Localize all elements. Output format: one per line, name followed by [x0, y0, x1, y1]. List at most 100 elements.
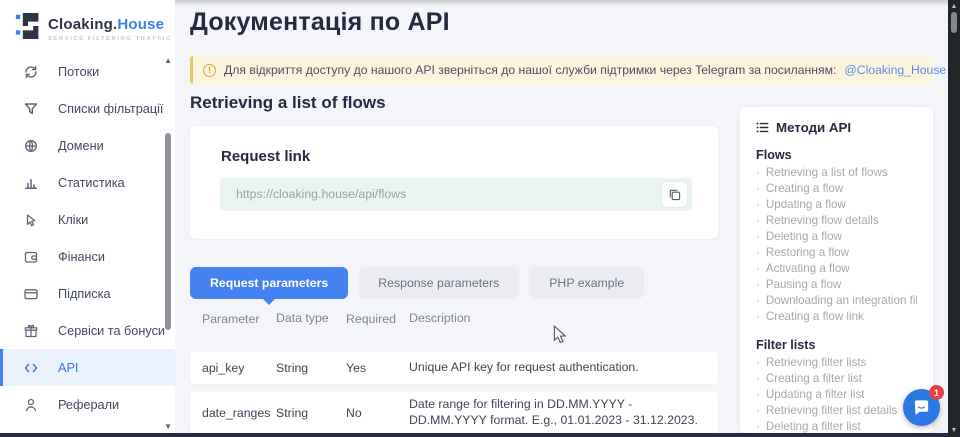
sidebar-item-referrals[interactable]: Реферали	[0, 386, 175, 423]
scroll-down-arrow[interactable]: ▼	[948, 427, 960, 434]
table-row: api_key String Yes Unique API key for re…	[190, 352, 718, 384]
bottom-dark-bar	[0, 433, 948, 437]
brand-tagline: SERVICE FILTERING TRAFFIC	[48, 36, 172, 42]
group-title-filter-lists: Filter lists	[756, 338, 917, 352]
method-link[interactable]: Creating a flow	[756, 181, 917, 197]
method-link[interactable]: Deleting a filter list	[756, 419, 917, 433]
sidebar-item-subscription[interactable]: Підписка	[0, 275, 175, 312]
globe-icon	[23, 138, 39, 154]
cell-data-type: String	[276, 406, 346, 420]
col-header-parameter: Parameter	[190, 312, 276, 326]
sidebar-item-statistics[interactable]: Статистика	[0, 164, 175, 201]
method-link[interactable]: Retrieving a list of flows	[756, 165, 917, 181]
cell-data-type: String	[276, 361, 346, 375]
copy-button[interactable]	[662, 182, 687, 207]
brand-logo-icon	[15, 11, 41, 46]
page-title: Документація по API	[190, 8, 450, 37]
tab-php-example[interactable]: PHP example	[529, 267, 644, 299]
cell-parameter: date_ranges	[190, 406, 276, 420]
sidebar: Cloaking.House SERVICE FILTERING TRAFFIC…	[0, 0, 175, 437]
api-methods-heading: Методи API	[756, 120, 917, 135]
tab-request-parameters[interactable]: Request parameters	[190, 267, 348, 299]
sidebar-item-label: Підписка	[58, 287, 111, 301]
group-title-flows: Flows	[756, 148, 917, 162]
window-scrollbar[interactable]: ▲ ▼	[948, 0, 960, 437]
method-link[interactable]: Restoring a flow	[756, 245, 917, 261]
info-icon: !	[203, 64, 216, 77]
col-header-description: Description	[409, 311, 718, 327]
table-row: date_ranges String No Date range for fil…	[190, 392, 718, 433]
sidebar-scrollbar-thumb[interactable]	[165, 133, 171, 330]
method-link[interactable]: Retrieving filter lists	[756, 355, 917, 371]
method-link[interactable]: Creating a flow link	[756, 309, 917, 325]
sidebar-scroll-down-arrow[interactable]: ▼	[164, 423, 172, 431]
telegram-support-banner: ! Для відкриття доступу до нашого API зв…	[190, 56, 933, 84]
sidebar-item-finance[interactable]: Фінанси	[0, 238, 175, 275]
filter-icon	[23, 101, 39, 117]
sync-icon	[23, 64, 39, 80]
cell-required: Yes	[346, 361, 409, 375]
sidebar-item-label: Реферали	[58, 398, 119, 412]
brand-name: Cloaking.House	[48, 16, 164, 33]
window-scrollbar-thumb[interactable]	[951, 12, 957, 33]
sidebar-scroll-up-arrow[interactable]: ▲	[164, 57, 172, 65]
method-link[interactable]: Pausing a flow	[756, 277, 917, 293]
cell-description: Unique API key for request authenticatio…	[409, 360, 718, 376]
sidebar-item-label: Домени	[58, 139, 104, 153]
telegram-link[interactable]: @Cloaking_House	[844, 63, 946, 77]
sidebar-item-label: Потоки	[58, 65, 99, 79]
api-methods-title: Методи API	[776, 120, 851, 135]
gift-icon	[23, 323, 39, 339]
request-url-field[interactable]: https://cloaking.house/api/flows	[220, 178, 692, 211]
api-methods-panel: Методи API Flows Retrieving a list of fl…	[740, 107, 933, 433]
person-icon	[23, 397, 39, 413]
sidebar-item-services[interactable]: Сервіси та бонуси	[0, 312, 175, 349]
method-link[interactable]: Retrieving flow details	[756, 213, 917, 229]
sidebar-item-label: Списки фільтрації	[58, 102, 163, 116]
col-header-data-type: Data type	[276, 311, 346, 326]
sidebar-item-domains[interactable]: Домени	[0, 127, 175, 164]
cursor-click-icon	[23, 212, 39, 228]
credit-card-icon	[23, 286, 39, 302]
sidebar-item-label: Статистика	[58, 176, 125, 190]
method-link[interactable]: Deleting a flow	[756, 229, 917, 245]
bar-chart-icon	[23, 175, 39, 191]
method-link[interactable]: Creating a filter list	[756, 371, 917, 387]
sidebar-item-label: API	[58, 361, 78, 375]
sidebar-item-filter-lists[interactable]: Списки фільтрації	[0, 90, 175, 127]
sidebar-item-flows[interactable]: Потоки	[0, 53, 175, 90]
brand-logo[interactable]: Cloaking.House SERVICE FILTERING TRAFFIC	[15, 11, 172, 46]
method-link[interactable]: Downloading an integration file	[756, 293, 917, 309]
method-link[interactable]: Updating a flow	[756, 197, 917, 213]
wallet-icon	[23, 249, 39, 265]
sidebar-menu: Потоки Списки фільтрації Домени	[0, 53, 175, 423]
tab-response-parameters[interactable]: Response parameters	[358, 267, 519, 299]
sidebar-item-clicks[interactable]: Кліки	[0, 201, 175, 238]
chat-widget-button[interactable]: 1	[903, 389, 940, 426]
top-shadow	[175, 0, 948, 6]
request-link-card: Request link https://cloaking.house/api/…	[190, 126, 718, 239]
table-header-row: Parameter Data type Required Description	[190, 311, 718, 327]
sidebar-item-api[interactable]: API	[0, 349, 175, 386]
section-title: Retrieving a list of flows	[190, 93, 386, 113]
scroll-up-arrow[interactable]: ▲	[948, 3, 960, 10]
code-icon	[23, 360, 39, 376]
app-window: Cloaking.House SERVICE FILTERING TRAFFIC…	[0, 0, 960, 437]
sidebar-item-label: Сервіси та бонуси	[58, 324, 165, 338]
cell-description: Date range for filtering in DD.MM.YYYY -…	[409, 397, 718, 429]
method-link[interactable]: Retrieving filter list details	[756, 403, 917, 419]
sidebar-item-label: Кліки	[58, 213, 88, 227]
method-link[interactable]: Activating a flow	[756, 261, 917, 277]
method-link[interactable]: Updating a filter list	[756, 387, 917, 403]
request-link-title: Request link	[221, 148, 310, 165]
list-icon	[756, 121, 769, 134]
parameter-tabs: Request parameters Response parameters P…	[190, 267, 644, 299]
col-header-required: Required	[346, 312, 409, 326]
request-url: https://cloaking.house/api/flows	[236, 187, 406, 201]
copy-icon	[668, 188, 681, 201]
banner-text: Для відкриття доступу до нашого API звер…	[224, 63, 836, 77]
sidebar-item-label: Фінанси	[58, 250, 105, 264]
cell-required: No	[346, 406, 409, 420]
chat-unread-badge: 1	[929, 385, 944, 400]
chat-bubble-icon	[912, 398, 931, 417]
